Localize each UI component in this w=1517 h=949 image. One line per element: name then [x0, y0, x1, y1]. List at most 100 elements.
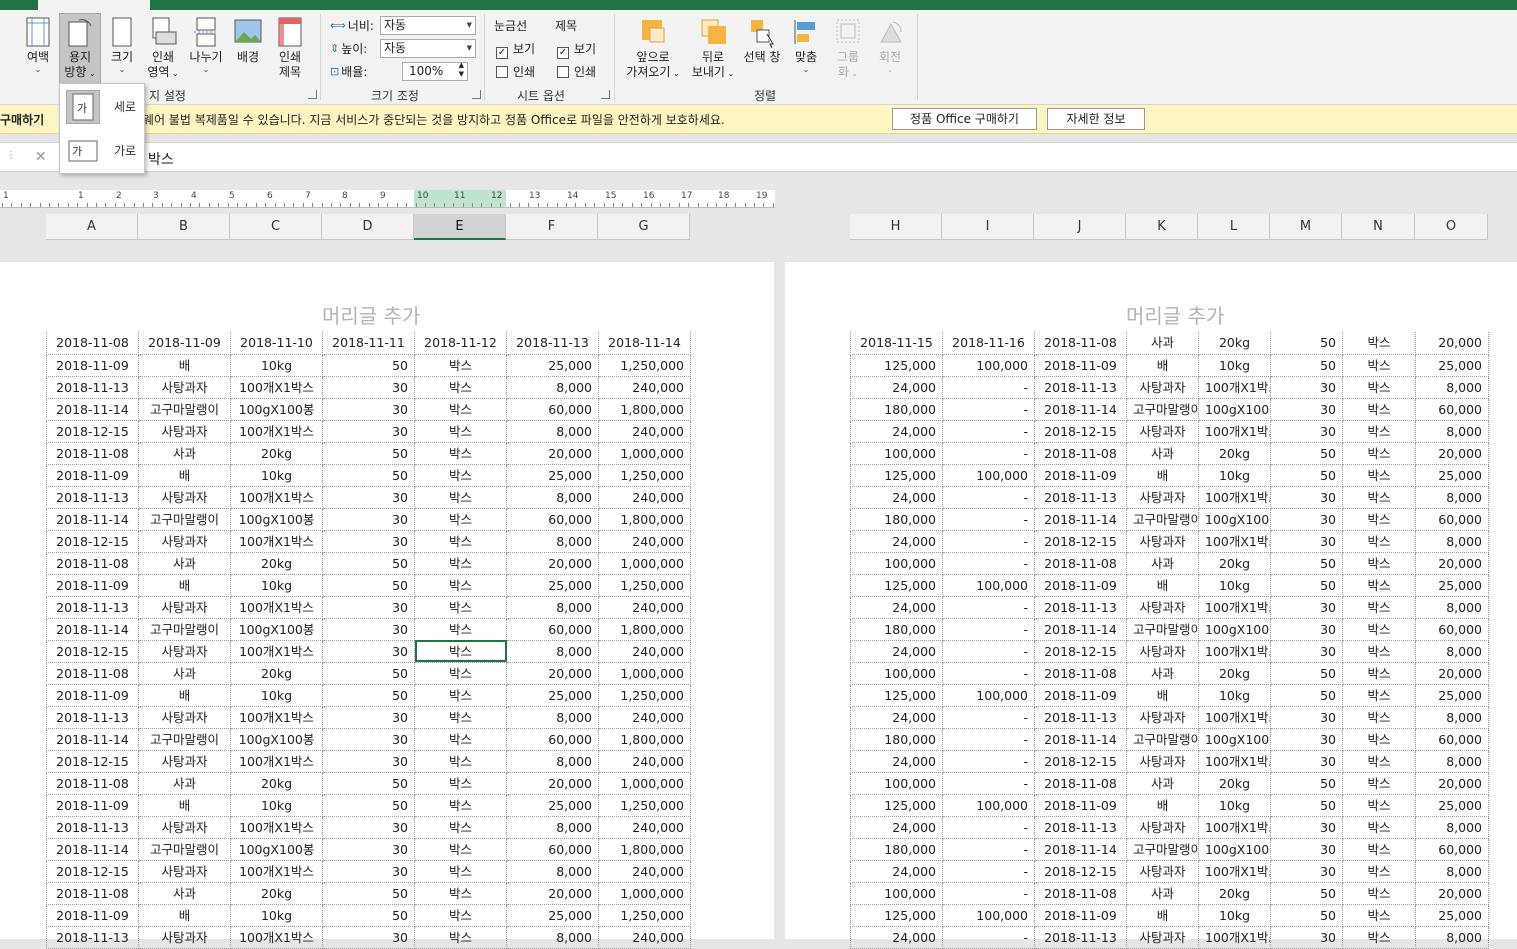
- cell[interactable]: 박스: [414, 882, 507, 905]
- cell[interactable]: 2018-11-09: [1034, 354, 1127, 377]
- cell[interactable]: 30: [1270, 860, 1343, 883]
- cell[interactable]: 박스: [1342, 486, 1416, 509]
- cell[interactable]: 30: [1270, 816, 1343, 839]
- cell[interactable]: 2018-11-08: [1034, 882, 1127, 905]
- cell[interactable]: 60,000: [506, 618, 599, 641]
- cell[interactable]: 10kg: [1198, 904, 1271, 927]
- cell[interactable]: 30: [1270, 530, 1343, 553]
- column-header-j[interactable]: J: [1034, 214, 1126, 240]
- cell[interactable]: 100gX100봉: [230, 398, 323, 421]
- column-header-o[interactable]: O: [1415, 214, 1488, 240]
- scale-launcher-icon[interactable]: [472, 90, 481, 99]
- cell[interactable]: 10kg: [1198, 794, 1271, 817]
- cell[interactable]: 박스: [1342, 816, 1416, 839]
- cell[interactable]: 1,000,000: [598, 662, 691, 685]
- cell[interactable]: 100개X1박스: [230, 376, 323, 399]
- cell[interactable]: 2018-11-14: [1034, 728, 1127, 751]
- cell[interactable]: 1,800,000: [598, 618, 691, 641]
- cell[interactable]: 2018-12-15: [46, 530, 139, 553]
- cell[interactable]: 24,000: [850, 640, 943, 663]
- cell[interactable]: 박스: [414, 376, 507, 399]
- column-header-k[interactable]: K: [1126, 214, 1198, 240]
- cell[interactable]: 박스: [414, 420, 507, 443]
- cell[interactable]: 배: [138, 684, 231, 707]
- cell[interactable]: 100,000: [850, 442, 943, 465]
- cell[interactable]: 50: [1270, 794, 1343, 817]
- cell[interactable]: 박스: [1342, 574, 1416, 597]
- cell[interactable]: 20,000: [1415, 552, 1489, 575]
- cell[interactable]: 박스: [414, 442, 507, 465]
- cell[interactable]: 박스: [414, 662, 507, 685]
- cell[interactable]: 20,000: [506, 442, 599, 465]
- cell[interactable]: 100gX100봉: [1198, 508, 1271, 531]
- background-button[interactable]: 배경: [231, 16, 265, 65]
- cell[interactable]: 100개X1박스: [1198, 376, 1271, 399]
- height-select[interactable]: 자동 ▼: [380, 38, 476, 58]
- cell[interactable]: 사탕과자: [1126, 530, 1199, 553]
- selection-pane-button[interactable]: 선택 창: [740, 16, 784, 65]
- cell[interactable]: 사과: [1126, 442, 1199, 465]
- cell[interactable]: 125,000: [850, 684, 943, 707]
- cell[interactable]: 8,000: [1415, 750, 1489, 773]
- cell[interactable]: 2018-11-14: [598, 332, 691, 355]
- cell[interactable]: 240,000: [598, 706, 691, 729]
- cell[interactable]: 8,000: [1415, 860, 1489, 883]
- cell[interactable]: 30: [322, 816, 415, 839]
- cell[interactable]: 50: [322, 772, 415, 795]
- cell[interactable]: 20kg: [1198, 332, 1271, 355]
- cell[interactable]: 박스: [414, 772, 507, 795]
- cell[interactable]: 2018-11-14: [46, 508, 139, 531]
- cell[interactable]: 고구마말랭이: [138, 618, 231, 641]
- cell[interactable]: 100개X1박스: [230, 750, 323, 773]
- cell[interactable]: 30: [322, 640, 415, 663]
- cell[interactable]: 60,000: [506, 398, 599, 421]
- cell[interactable]: 2018-12-15: [46, 640, 139, 663]
- cell[interactable]: 2018-11-14: [46, 838, 139, 861]
- cell[interactable]: 10kg: [1198, 684, 1271, 707]
- cell[interactable]: 사탕과자: [1126, 860, 1199, 883]
- cell[interactable]: 30: [322, 420, 415, 443]
- cell[interactable]: 20kg: [1198, 662, 1271, 685]
- print-area-button[interactable]: 인쇄 영역 ⌄: [145, 16, 181, 81]
- cell[interactable]: 100개X1박스: [1198, 530, 1271, 553]
- cell[interactable]: 2018-12-15: [1034, 420, 1127, 443]
- cell[interactable]: 2018-12-15: [1034, 640, 1127, 663]
- cell[interactable]: 8,000: [506, 376, 599, 399]
- cell[interactable]: 박스: [1342, 684, 1416, 707]
- cell[interactable]: -: [942, 398, 1035, 421]
- cell[interactable]: 박스: [1342, 904, 1416, 927]
- cell[interactable]: 배: [1126, 464, 1199, 487]
- cell[interactable]: 50: [322, 464, 415, 487]
- cell[interactable]: 100개X1박스: [1198, 640, 1271, 663]
- cell[interactable]: 100개X1박스: [1198, 816, 1271, 839]
- cell[interactable]: 2018-11-15: [850, 332, 943, 355]
- cell[interactable]: 50: [322, 442, 415, 465]
- cell[interactable]: 2018-11-09: [46, 464, 139, 487]
- cell[interactable]: 2018-12-15: [46, 420, 139, 443]
- cell[interactable]: -: [942, 596, 1035, 619]
- cell[interactable]: 박스: [1342, 442, 1416, 465]
- cell[interactable]: 50: [322, 574, 415, 597]
- column-header-n[interactable]: N: [1342, 214, 1415, 240]
- cell[interactable]: -: [942, 376, 1035, 399]
- scale-spinner[interactable]: 100% ▲ ▼: [402, 61, 468, 81]
- cell[interactable]: 100gX100봉: [1198, 618, 1271, 641]
- cell[interactable]: 100개X1박스: [1198, 486, 1271, 509]
- buy-office-button[interactable]: 정품 Office 구매하기: [892, 108, 1037, 130]
- cell[interactable]: 사탕과자: [1126, 640, 1199, 663]
- gridlines-print-checkbox[interactable]: 인쇄: [496, 63, 535, 80]
- cell[interactable]: 사탕과자: [138, 420, 231, 443]
- cell[interactable]: 20,000: [1415, 662, 1489, 685]
- cell[interactable]: 30: [322, 508, 415, 531]
- column-header-m[interactable]: M: [1270, 214, 1342, 240]
- cell[interactable]: 박스: [1342, 420, 1416, 443]
- cell[interactable]: 배: [1126, 794, 1199, 817]
- cell[interactable]: 100개X1박스: [230, 926, 323, 949]
- cell[interactable]: 24,000: [850, 816, 943, 839]
- cell[interactable]: -: [942, 926, 1035, 949]
- cell[interactable]: 2018-11-13: [1034, 596, 1127, 619]
- cell[interactable]: 10kg: [230, 794, 323, 817]
- cell[interactable]: 25,000: [1415, 684, 1489, 707]
- cell[interactable]: 배: [1126, 574, 1199, 597]
- cell[interactable]: 박스: [414, 684, 507, 707]
